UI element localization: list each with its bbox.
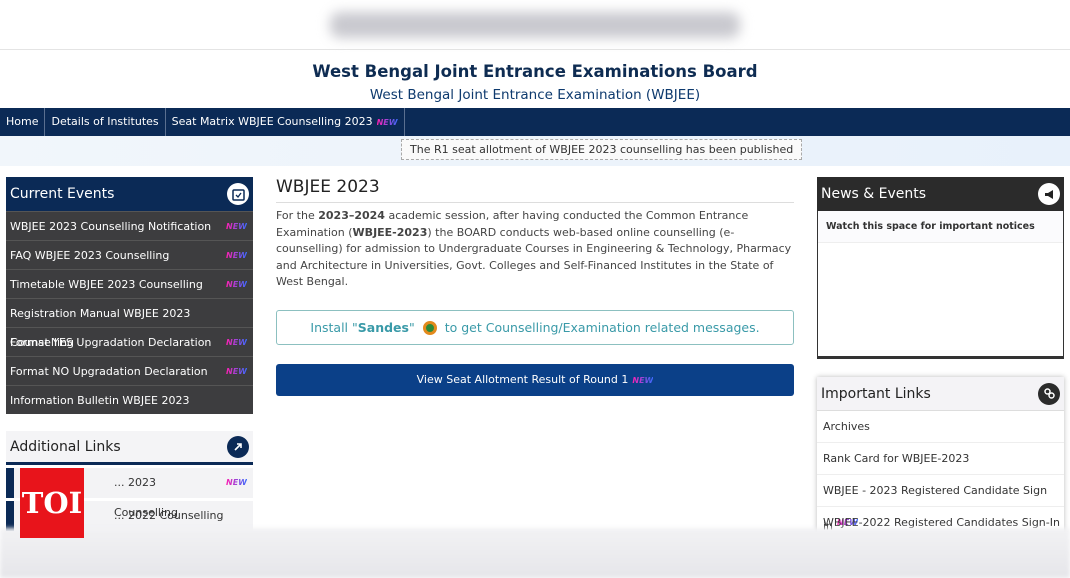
main-content: WBJEE 2023 For the 2023–2024 academic se… — [276, 177, 794, 396]
news-header: News & Events — [817, 177, 1064, 211]
sandes-banner[interactable]: Install "Sandes" to get Counselling/Exami… — [276, 309, 794, 345]
list-item[interactable]: WBJEE 2023 Counselling Notification NEW — [6, 211, 253, 240]
toi-watermark-logo: TOI — [20, 468, 84, 538]
new-badge: NEW — [376, 118, 398, 127]
nav-seat-matrix[interactable]: Seat Matrix WBJEE Counselling 2023 NEW — [166, 108, 405, 136]
list-item[interactable]: Information Bulletin WBJEE 2023 — [6, 385, 253, 414]
list-item[interactable]: Archives — [817, 411, 1064, 443]
list-item[interactable]: Rank Card for WBJEE-2023 — [817, 443, 1064, 475]
important-links-header: Important Links — [817, 377, 1064, 411]
additional-links-header: Additional Links — [6, 431, 253, 465]
list-item[interactable]: FAQ WBJEE 2023 Counselling NEW — [6, 240, 253, 269]
news-body: Watch this space for important notices — [817, 211, 1064, 359]
link-icon — [1038, 382, 1060, 405]
notice-bar: The R1 seat allotment of WBJEE 2023 coun… — [0, 136, 1070, 166]
site-title: West Bengal Joint Entrance Examinations … — [312, 62, 758, 81]
nav-home[interactable]: Home — [0, 108, 46, 136]
news-events-panel: News & Events Watch this space for impor… — [817, 177, 1064, 359]
nav-details-of-institutes[interactable]: Details of Institutes — [45, 108, 166, 136]
list-item[interactable]: Format YES Upgradation Declaration NEW — [6, 327, 253, 356]
intro-paragraph: For the 2023–2024 academic session, afte… — [276, 209, 792, 288]
list-item[interactable]: Registration Manual WBJEE 2023 Counselli… — [6, 298, 253, 349]
list-item[interactable]: WBJEE - 2023 Registered Candidate Sign i… — [817, 475, 1064, 533]
view-seat-allotment-button[interactable]: View Seat Allotment Result of Round 1 NEW — [276, 363, 794, 396]
calendar-icon — [227, 183, 249, 205]
notice-text[interactable]: The R1 seat allotment of WBJEE 2023 coun… — [401, 139, 803, 160]
site-header: West Bengal Joint Entrance Examinations … — [0, 50, 1070, 108]
news-item: Watch this space for important notices — [818, 211, 1063, 243]
megaphone-icon — [1038, 183, 1060, 205]
list-item[interactable]: Timetable WBJEE 2023 Counselling NEW — [6, 269, 253, 298]
list-item[interactable]: Format NO Upgradation Declaration NEW — [6, 356, 253, 385]
sandes-icon — [422, 321, 437, 335]
external-link-icon — [227, 435, 249, 458]
blurred-banner — [330, 12, 740, 38]
nav-bar: Home Details of Institutes Seat Matrix W… — [0, 108, 1070, 136]
current-events-list: WBJEE 2023 Counselling Notification NEW F… — [6, 211, 253, 414]
top-banner — [0, 0, 1070, 50]
important-links-panel: Important Links Archives Rank Card for W… — [817, 377, 1064, 539]
important-links-list: Archives Rank Card for WBJEE-2023 WBJEE … — [817, 411, 1064, 539]
site-subtitle: West Bengal Joint Entrance Examination (… — [369, 87, 701, 103]
current-events-header: Current Events — [6, 177, 253, 211]
blurred-footer — [0, 528, 1070, 578]
page-title: WBJEE 2023 — [276, 177, 794, 203]
